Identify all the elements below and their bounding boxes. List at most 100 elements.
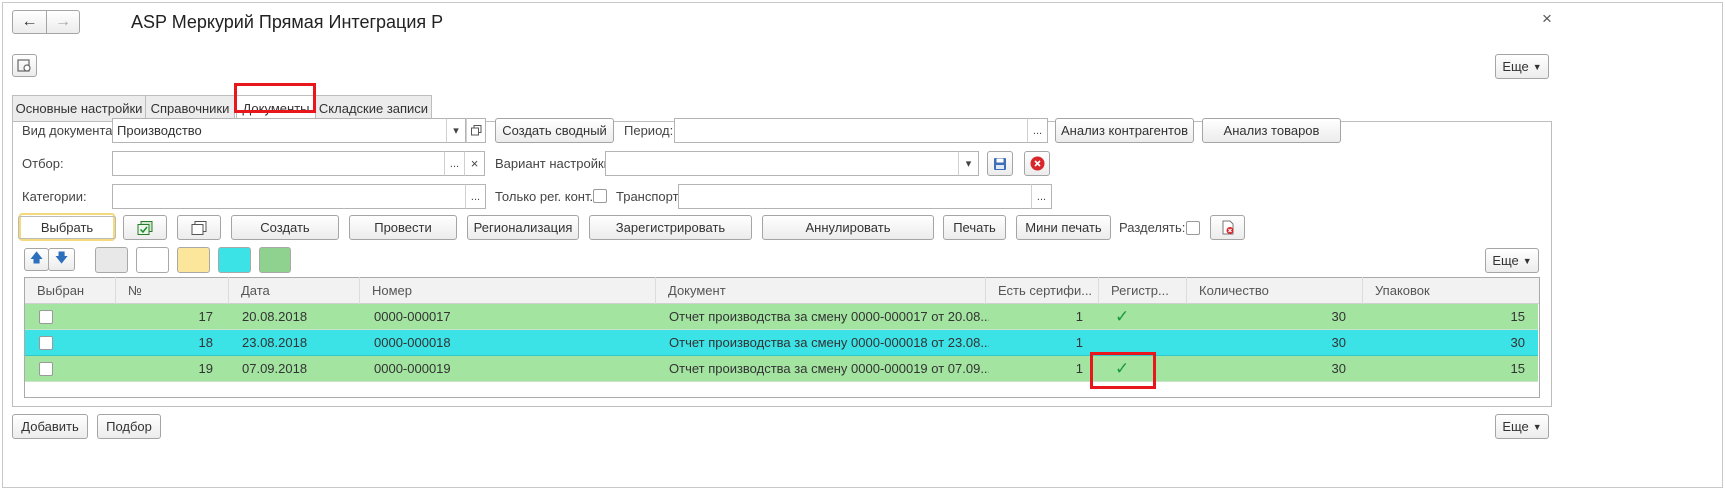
row-quantity: 30 — [1331, 309, 1346, 324]
copy-icon — [191, 220, 207, 235]
doc-type-dropdown[interactable]: ▾ — [446, 118, 466, 143]
chevron-down-icon: ▾ — [965, 158, 972, 170]
print-button[interactable]: Печать — [943, 215, 1006, 240]
save-icon — [994, 157, 1006, 170]
variant-dropdown[interactable]: ▾ — [958, 151, 979, 176]
close-icon[interactable]: × — [1542, 9, 1552, 29]
col-document[interactable]: Документ — [656, 277, 986, 304]
filter-label: Отбор: — [22, 156, 64, 171]
row-document: Отчет производства за смену 0000-000018 … — [669, 335, 989, 350]
chevron-down-icon: ▾ — [453, 125, 459, 137]
filter-field[interactable] — [112, 151, 445, 176]
chevron-down-icon: ▼ — [1532, 421, 1542, 432]
check-list-icon — [137, 220, 153, 235]
table-row[interactable]: 19 07.09.2018 0000-000019 Отчет производ… — [25, 356, 1538, 382]
doc-type-label: Вид документа: — [22, 123, 117, 138]
settings-button[interactable] — [12, 54, 37, 77]
col-registered[interactable]: Регистр... — [1099, 277, 1187, 304]
chevron-down-icon: ▼ — [1522, 255, 1532, 266]
mini-print-button[interactable]: Мини печать — [1016, 215, 1111, 240]
unmark-all-button[interactable] — [177, 215, 221, 240]
row-document: Отчет производства за смену 0000-000019 … — [669, 361, 989, 376]
row-certificate: 1 — [1075, 309, 1083, 324]
row-number: 18 — [198, 335, 213, 350]
create-summary-button[interactable]: Создать сводный — [495, 118, 614, 143]
arrow-down-icon: 🡇 — [54, 249, 69, 265]
col-number[interactable]: № — [116, 277, 229, 304]
row-packages: 15 — [1510, 361, 1525, 376]
move-down-button[interactable]: 🡇 — [48, 248, 75, 271]
more-button-top[interactable]: Еще ▼ — [1495, 54, 1549, 79]
row-registered-check-icon: ✓ — [1115, 307, 1130, 326]
post-button[interactable]: Провести — [349, 215, 457, 240]
table-row[interactable]: 17 20.08.2018 0000-000017 Отчет производ… — [25, 304, 1538, 330]
table-row[interactable]: 18 23.08.2018 0000-000018 Отчет производ… — [25, 330, 1538, 356]
color-swatch-yellow[interactable] — [177, 247, 210, 273]
transport-field[interactable] — [678, 184, 1032, 209]
row-packages: 15 — [1510, 309, 1525, 324]
more-button-table[interactable]: Еще ▼ — [1485, 248, 1539, 273]
row-doc-number: 0000-000019 — [374, 361, 451, 376]
col-doc-number[interactable]: Номер — [360, 277, 656, 304]
color-swatch-gray[interactable] — [95, 247, 128, 273]
color-swatch-green[interactable] — [259, 247, 291, 273]
doc-type-field[interactable]: Производство — [112, 118, 448, 143]
period-field[interactable] — [674, 118, 1028, 143]
arrow-right-icon: → — [55, 13, 71, 30]
mark-all-button[interactable] — [123, 215, 167, 240]
col-packages[interactable]: Упаковок — [1363, 277, 1539, 304]
row-select-checkbox[interactable] — [39, 336, 53, 350]
color-swatch-white[interactable] — [136, 247, 169, 273]
move-up-button[interactable]: 🡅 — [24, 248, 49, 271]
more-label: Еще — [1502, 59, 1529, 74]
analyze-counterparties-button[interactable]: Анализ контрагентов — [1055, 118, 1194, 143]
back-button[interactable]: ← — [12, 10, 47, 34]
filter-clear-button[interactable]: × — [464, 151, 485, 176]
row-date: 23.08.2018 — [242, 335, 308, 350]
regionalize-button[interactable]: Регионализация — [467, 215, 579, 240]
row-date: 20.08.2018 — [242, 309, 308, 324]
highlight-documents-tab — [234, 83, 316, 113]
period-select-button[interactable]: ... — [1027, 118, 1048, 143]
color-swatch-cyan[interactable] — [218, 247, 251, 273]
only-reg-label: Только рег. конт.: — [495, 189, 597, 204]
delete-variant-button[interactable] — [1024, 151, 1050, 176]
only-reg-checkbox[interactable] — [593, 189, 607, 203]
col-date[interactable]: Дата — [229, 277, 360, 304]
filter-select-button[interactable]: ... — [444, 151, 465, 176]
more-button-bottom[interactable]: Еще ▼ — [1495, 414, 1549, 439]
cancel-button[interactable]: Аннулировать — [762, 215, 934, 240]
save-variant-button[interactable] — [987, 151, 1013, 176]
col-has-certificate[interactable]: Есть сертифи... — [986, 277, 1099, 304]
pick-button[interactable]: Подбор — [97, 414, 161, 439]
delete-doc-button[interactable] — [1210, 215, 1245, 240]
forward-button[interactable]: → — [46, 10, 80, 34]
register-button[interactable]: Зарегистрировать — [589, 215, 752, 240]
row-certificate: 1 — [1075, 335, 1083, 350]
split-checkbox[interactable] — [1186, 221, 1200, 235]
categories-label: Категории: — [22, 189, 87, 204]
select-button[interactable]: Выбрать — [17, 213, 117, 241]
row-select-checkbox[interactable] — [39, 362, 53, 376]
row-quantity: 30 — [1331, 335, 1346, 350]
row-number: 17 — [198, 309, 213, 324]
clear-icon: × — [470, 156, 479, 171]
analyze-goods-button[interactable]: Анализ товаров — [1202, 118, 1341, 143]
transport-select-button[interactable]: ... — [1031, 184, 1052, 209]
col-quantity[interactable]: Количество — [1187, 277, 1363, 304]
transport-label: Транспорт: — [616, 189, 683, 204]
variant-label: Вариант настройки: — [495, 156, 615, 171]
create-button[interactable]: Создать — [231, 215, 339, 240]
variant-field[interactable] — [605, 151, 961, 176]
col-selected[interactable]: Выбран — [25, 277, 116, 304]
categories-field[interactable] — [112, 184, 466, 209]
row-date: 07.09.2018 — [242, 361, 308, 376]
chevron-down-icon: ▼ — [1532, 61, 1542, 72]
row-select-checkbox[interactable] — [39, 310, 53, 324]
categories-select-button[interactable]: ... — [465, 184, 486, 209]
row-doc-number: 0000-000017 — [374, 309, 451, 324]
add-button[interactable]: Добавить — [12, 414, 88, 439]
delete-icon — [1030, 156, 1044, 171]
highlight-registered-cell — [1090, 352, 1156, 389]
doc-type-open[interactable] — [466, 118, 486, 143]
